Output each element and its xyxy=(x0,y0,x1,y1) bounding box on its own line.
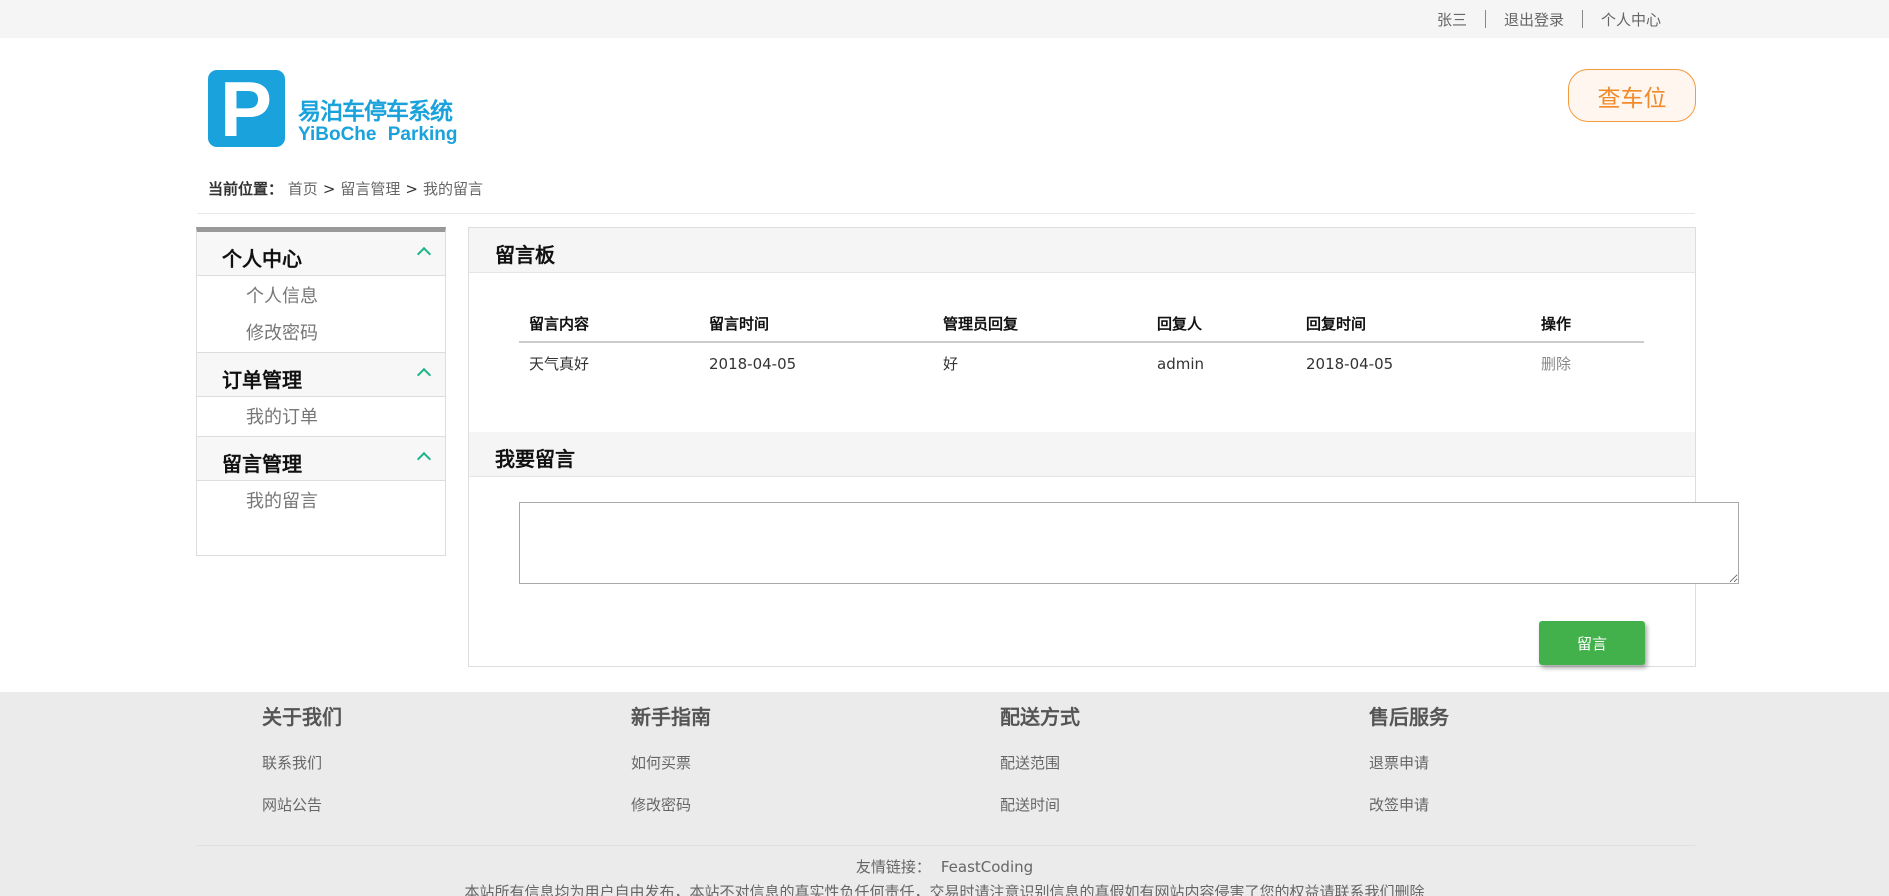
message-board-header: 留言板 xyxy=(469,228,1695,273)
sidebar-group-orders: 订单管理 我的订单 xyxy=(197,353,445,437)
sidebar-group-header[interactable]: 个人中心 xyxy=(197,232,445,276)
footer-column: 配送方式 配送范围 配送时间 xyxy=(1000,702,1300,826)
breadcrumb: 当前位置： 首页 > 留言管理 > 我的留言 xyxy=(208,180,483,198)
chevron-up-icon[interactable] xyxy=(416,367,432,383)
find-parking-button[interactable]: 查车位 xyxy=(1568,69,1696,122)
divider xyxy=(197,213,1695,214)
cell-content: 天气真好 xyxy=(529,355,590,373)
top-bar: 张三 退出登录 个人中心 xyxy=(0,0,1889,38)
delete-link[interactable]: 删除 xyxy=(1531,342,1644,384)
personal-center-link[interactable]: 个人中心 xyxy=(1583,9,1679,30)
logo-title-cn: 易泊车停车系统 xyxy=(298,99,453,125)
sidebar-group-header[interactable]: 留言管理 xyxy=(197,437,445,481)
column-header: 管理员回复 xyxy=(933,306,1147,343)
column-header: 回复人 xyxy=(1147,306,1296,343)
chevron-up-icon[interactable] xyxy=(416,246,432,262)
footer-heading: 配送方式 xyxy=(1000,705,1080,729)
friend-link[interactable]: FeastCoding xyxy=(941,858,1033,876)
footer-link[interactable]: 配送时间 xyxy=(1000,784,1300,826)
section-title: 我要留言 xyxy=(495,447,575,471)
sidebar-item-profile[interactable]: 个人信息 xyxy=(197,278,445,315)
friend-links-label: 友情链接： xyxy=(855,858,931,876)
sidebar-item-my-messages[interactable]: 我的留言 xyxy=(197,483,445,520)
sidebar-group-personal: 个人中心 个人信息 修改密码 xyxy=(197,232,445,353)
footer-link[interactable]: 如何买票 xyxy=(631,742,931,784)
divider xyxy=(197,845,1695,846)
sidebar-group-title: 订单管理 xyxy=(222,368,302,392)
message-textarea[interactable] xyxy=(519,502,1739,584)
site-logo[interactable]: P 易泊车停车系统 YiBoChe Parking xyxy=(208,65,463,153)
footer: 关于我们 联系我们 网站公告 新手指南 如何买票 修改密码 配送方式 配送范围 … xyxy=(0,692,1889,896)
logout-link[interactable]: 退出登录 xyxy=(1486,9,1582,30)
sidebar-item-my-orders[interactable]: 我的订单 xyxy=(197,399,445,436)
friend-links: 友情链接： FeastCoding xyxy=(0,856,1889,877)
cell-time: 2018-04-05 xyxy=(709,354,797,373)
table-row: 天气真好 2018-04-05 好 admin 2018-04-05 删除 xyxy=(519,342,1644,384)
footer-column: 新手指南 如何买票 修改密码 xyxy=(631,702,931,826)
column-header: 回复时间 xyxy=(1296,306,1531,343)
breadcrumb-label: 当前位置： xyxy=(208,180,284,198)
sidebar-group-header[interactable]: 订单管理 xyxy=(197,353,445,397)
logo-title-en: YiBoChe Parking xyxy=(298,124,458,145)
footer-notice: 本站所有信息均为用户自由发布，本站不对信息的真实性负任何责任，交易时请注意识别信… xyxy=(464,883,1425,896)
message-panel: 留言板 留言内容 留言时间 管理员回复 回复人 回复时间 操作 天气真好 201… xyxy=(468,227,1739,667)
footer-link[interactable]: 修改密码 xyxy=(631,784,931,826)
cell-admin-reply: 好 xyxy=(943,355,959,373)
footer-heading: 新手指南 xyxy=(631,705,711,729)
footer-link[interactable]: 改签申请 xyxy=(1369,784,1669,826)
chevron-up-icon[interactable] xyxy=(416,451,432,467)
footer-link[interactable]: 退票申请 xyxy=(1369,742,1669,784)
top-links: 张三 退出登录 个人中心 xyxy=(1419,0,1679,38)
footer-column: 关于我们 联系我们 网站公告 xyxy=(262,702,562,826)
message-table: 留言内容 留言时间 管理员回复 回复人 回复时间 操作 天气真好 2018-04… xyxy=(519,306,1644,384)
sidebar-group-title: 留言管理 xyxy=(222,452,302,476)
sidebar-group-title: 个人中心 xyxy=(222,247,302,271)
column-header: 留言时间 xyxy=(699,306,933,343)
compose-section: 我要留言 xyxy=(469,432,1695,477)
column-header: 留言内容 xyxy=(519,306,699,343)
footer-link[interactable]: 配送范围 xyxy=(1000,742,1300,784)
compose-header: 我要留言 xyxy=(469,432,1695,477)
footer-link[interactable]: 联系我们 xyxy=(262,742,562,784)
sidebar: 个人中心 个人信息 修改密码 订单管理 我的订单 留言管理 我的留言 xyxy=(196,227,446,556)
footer-heading: 售后服务 xyxy=(1369,705,1449,729)
section-title: 留言板 xyxy=(495,243,555,267)
parking-icon: P xyxy=(208,65,285,153)
table-header-row: 留言内容 留言时间 管理员回复 回复人 回复时间 操作 xyxy=(519,306,1644,343)
cell-reply-time: 2018-04-05 xyxy=(1306,354,1394,373)
cell-replier: admin xyxy=(1157,354,1204,373)
sidebar-item-change-password[interactable]: 修改密码 xyxy=(197,315,445,352)
footer-heading: 关于我们 xyxy=(262,705,342,729)
column-header: 操作 xyxy=(1531,306,1644,343)
footer-link[interactable]: 网站公告 xyxy=(262,784,562,826)
username-link[interactable]: 张三 xyxy=(1419,9,1485,30)
submit-message-button[interactable]: 留言 xyxy=(1539,621,1645,665)
footer-column: 售后服务 退票申请 改签申请 xyxy=(1369,702,1669,826)
breadcrumb-home[interactable]: 首页 xyxy=(288,180,318,198)
breadcrumb-my-messages[interactable]: 我的留言 xyxy=(423,180,483,198)
sidebar-group-messages: 留言管理 我的留言 xyxy=(197,437,445,520)
breadcrumb-message-mgmt[interactable]: 留言管理 xyxy=(340,180,400,198)
